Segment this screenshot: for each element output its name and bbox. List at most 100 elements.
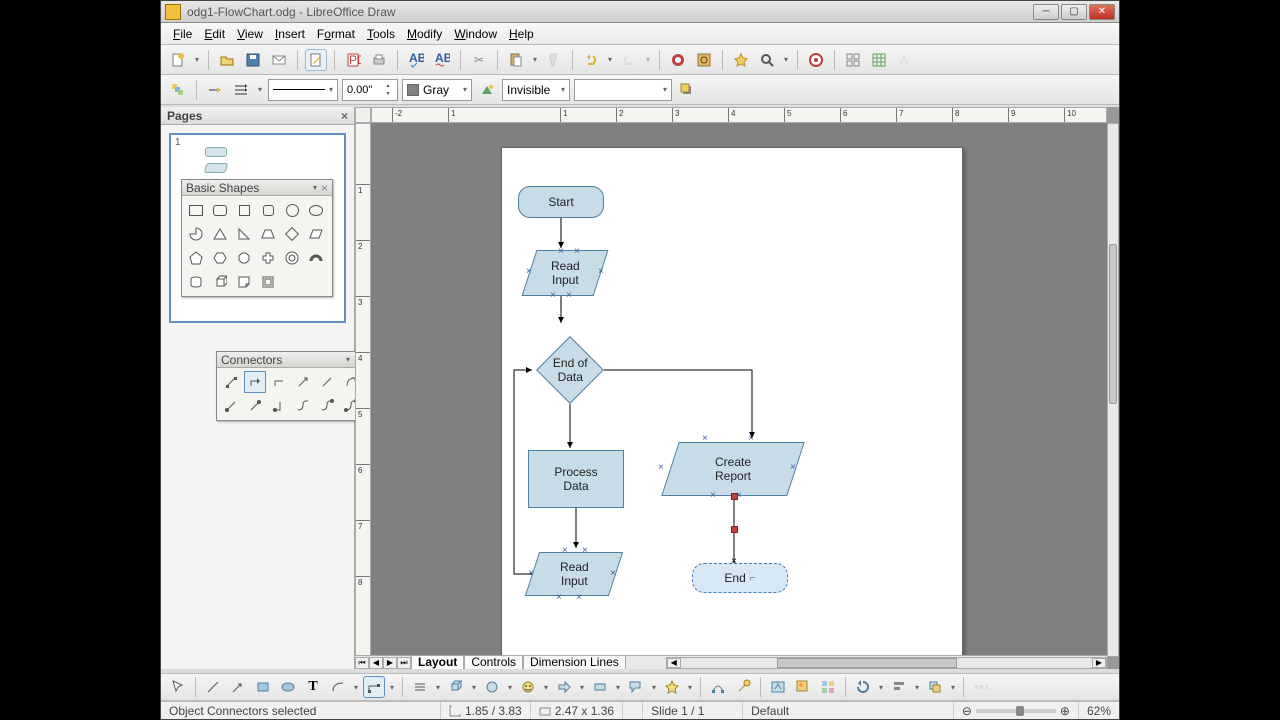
connector-dropdown[interactable]: ▾ [388, 683, 396, 692]
auto-spellcheck-button[interactable]: ABC [431, 49, 453, 71]
flowchart-decision[interactable]: End of Data [536, 336, 604, 404]
prev-page-button[interactable]: ◀ [369, 657, 383, 669]
zoom-out-icon[interactable]: ⊖ [962, 704, 972, 718]
panel-menu-icon[interactable]: ▾ [313, 183, 317, 192]
vertical-ruler[interactable]: 1 2 3 4 5 6 7 8 [355, 123, 371, 657]
connector-curve-circle[interactable] [316, 395, 338, 417]
line-endings-button[interactable] [230, 79, 252, 101]
hyperlink-button[interactable] [667, 49, 689, 71]
points-tool[interactable] [707, 676, 729, 698]
menu-help[interactable]: Help [503, 25, 540, 43]
menu-insert[interactable]: Insert [269, 25, 311, 43]
snap-button[interactable] [868, 49, 890, 71]
help-button[interactable] [805, 49, 827, 71]
zoom-dropdown[interactable]: ▾ [782, 55, 790, 64]
shape-octagon[interactable] [233, 247, 255, 269]
shape-right-triangle[interactable] [233, 223, 255, 245]
shape-trapezoid[interactable] [257, 223, 279, 245]
symbol-shapes-tool[interactable] [517, 676, 539, 698]
menu-format[interactable]: Format [311, 25, 361, 43]
save-button[interactable] [242, 49, 264, 71]
curve-tool[interactable] [327, 676, 349, 698]
connector-curve[interactable] [292, 395, 314, 417]
flowchart-start[interactable]: Start [518, 186, 604, 218]
close-button[interactable]: ✕ [1089, 4, 1115, 20]
fill-style-select[interactable]: Invisible ▾ [502, 79, 570, 101]
navigator-button[interactable] [693, 49, 715, 71]
shape-diamond[interactable] [281, 223, 303, 245]
shape-folded-corner[interactable] [233, 271, 255, 293]
zoom-value[interactable]: 62% [1079, 702, 1119, 719]
arrange-button[interactable] [167, 79, 189, 101]
block-arrows-tool[interactable] [553, 676, 575, 698]
rectangle-tool[interactable] [252, 676, 274, 698]
menu-tools[interactable]: Tools [361, 25, 401, 43]
arrange-tool[interactable] [924, 676, 946, 698]
edit-file-button[interactable] [305, 49, 327, 71]
shape-square[interactable] [233, 199, 255, 221]
lines-arrows-tool[interactable] [409, 676, 431, 698]
shape-ellipse[interactable] [305, 199, 327, 221]
connector-handle[interactable] [731, 493, 738, 500]
ellipse-tool[interactable] [277, 676, 299, 698]
line-style-select[interactable]: ▾ [268, 79, 338, 101]
zoom-controls[interactable]: ⊖ ⊕ [954, 702, 1079, 719]
spellcheck-button[interactable]: ABC [405, 49, 427, 71]
shape-frame[interactable] [257, 271, 279, 293]
canvas-viewport[interactable]: Start Read Input × × × × × × End of Data [371, 123, 1107, 657]
shape-isoceles-triangle[interactable] [209, 223, 231, 245]
menu-file[interactable]: File [167, 25, 198, 43]
select-tool[interactable] [167, 676, 189, 698]
grid-button[interactable] [842, 49, 864, 71]
paste-button[interactable] [505, 49, 527, 71]
arrow-style-button[interactable] [204, 79, 226, 101]
callout-tool[interactable] [625, 676, 647, 698]
connector-straight-2[interactable] [220, 395, 242, 417]
print-button[interactable] [368, 49, 390, 71]
zoom-knob[interactable] [1016, 706, 1024, 716]
flowchart-create-report[interactable]: Create Report [661, 442, 805, 496]
basic-shapes-header[interactable]: Basic Shapes ▾ × [182, 180, 332, 196]
menu-edit[interactable]: Edit [198, 25, 231, 43]
shape-rounded-square[interactable] [257, 199, 279, 221]
menu-view[interactable]: View [231, 25, 269, 43]
line-endings-dropdown[interactable]: ▾ [256, 85, 264, 94]
flowchart-read-input[interactable]: Read Input [522, 250, 609, 296]
tab-layout[interactable]: Layout [411, 656, 464, 670]
tab-controls[interactable]: Controls [464, 656, 523, 670]
connector-line[interactable] [316, 371, 338, 393]
undo-button[interactable] [580, 49, 602, 71]
flowchart-shapes-tool[interactable] [589, 676, 611, 698]
gallery-button[interactable] [730, 49, 752, 71]
shape-pentagon[interactable] [185, 247, 207, 269]
line-width-spinner[interactable]: ▴▾ [342, 79, 398, 101]
panel-menu-icon[interactable]: ▾ [346, 355, 350, 364]
scrollbar-thumb[interactable] [1109, 244, 1117, 404]
new-button[interactable] [167, 49, 189, 71]
minimize-button[interactable]: ─ [1033, 4, 1059, 20]
line-color-select[interactable]: Gray ▾ [402, 79, 472, 101]
horizontal-scrollbar[interactable]: ◀ ▶ [666, 657, 1107, 669]
shadow-button[interactable] [676, 79, 698, 101]
status-layer[interactable]: Default [743, 702, 954, 719]
shape-cylinder[interactable] [185, 271, 207, 293]
from-file-tool[interactable] [792, 676, 814, 698]
first-page-button[interactable]: ⏮ [355, 657, 369, 669]
paste-dropdown[interactable]: ▾ [531, 55, 539, 64]
flowchart-process[interactable]: Process Data [528, 450, 624, 508]
connector-straight[interactable] [220, 371, 242, 393]
area-button[interactable] [476, 79, 498, 101]
connector-handle[interactable] [731, 526, 738, 533]
flowchart-end[interactable]: End ⌐ [692, 563, 788, 593]
zoom-in-icon[interactable]: ⊕ [1060, 704, 1070, 718]
drawing-page[interactable]: Start Read Input × × × × × × End of Data [501, 147, 963, 669]
pages-close-icon[interactable]: × [341, 109, 348, 123]
export-pdf-button[interactable]: PDF [342, 49, 364, 71]
shape-ring[interactable] [281, 247, 303, 269]
zoom-button[interactable] [756, 49, 778, 71]
menu-window[interactable]: Window [448, 25, 503, 43]
vertical-scrollbar[interactable] [1107, 123, 1119, 657]
flowchart-read-input-2[interactable]: Read Input [525, 552, 623, 596]
open-button[interactable] [216, 49, 238, 71]
maximize-button[interactable]: ▢ [1061, 4, 1087, 20]
